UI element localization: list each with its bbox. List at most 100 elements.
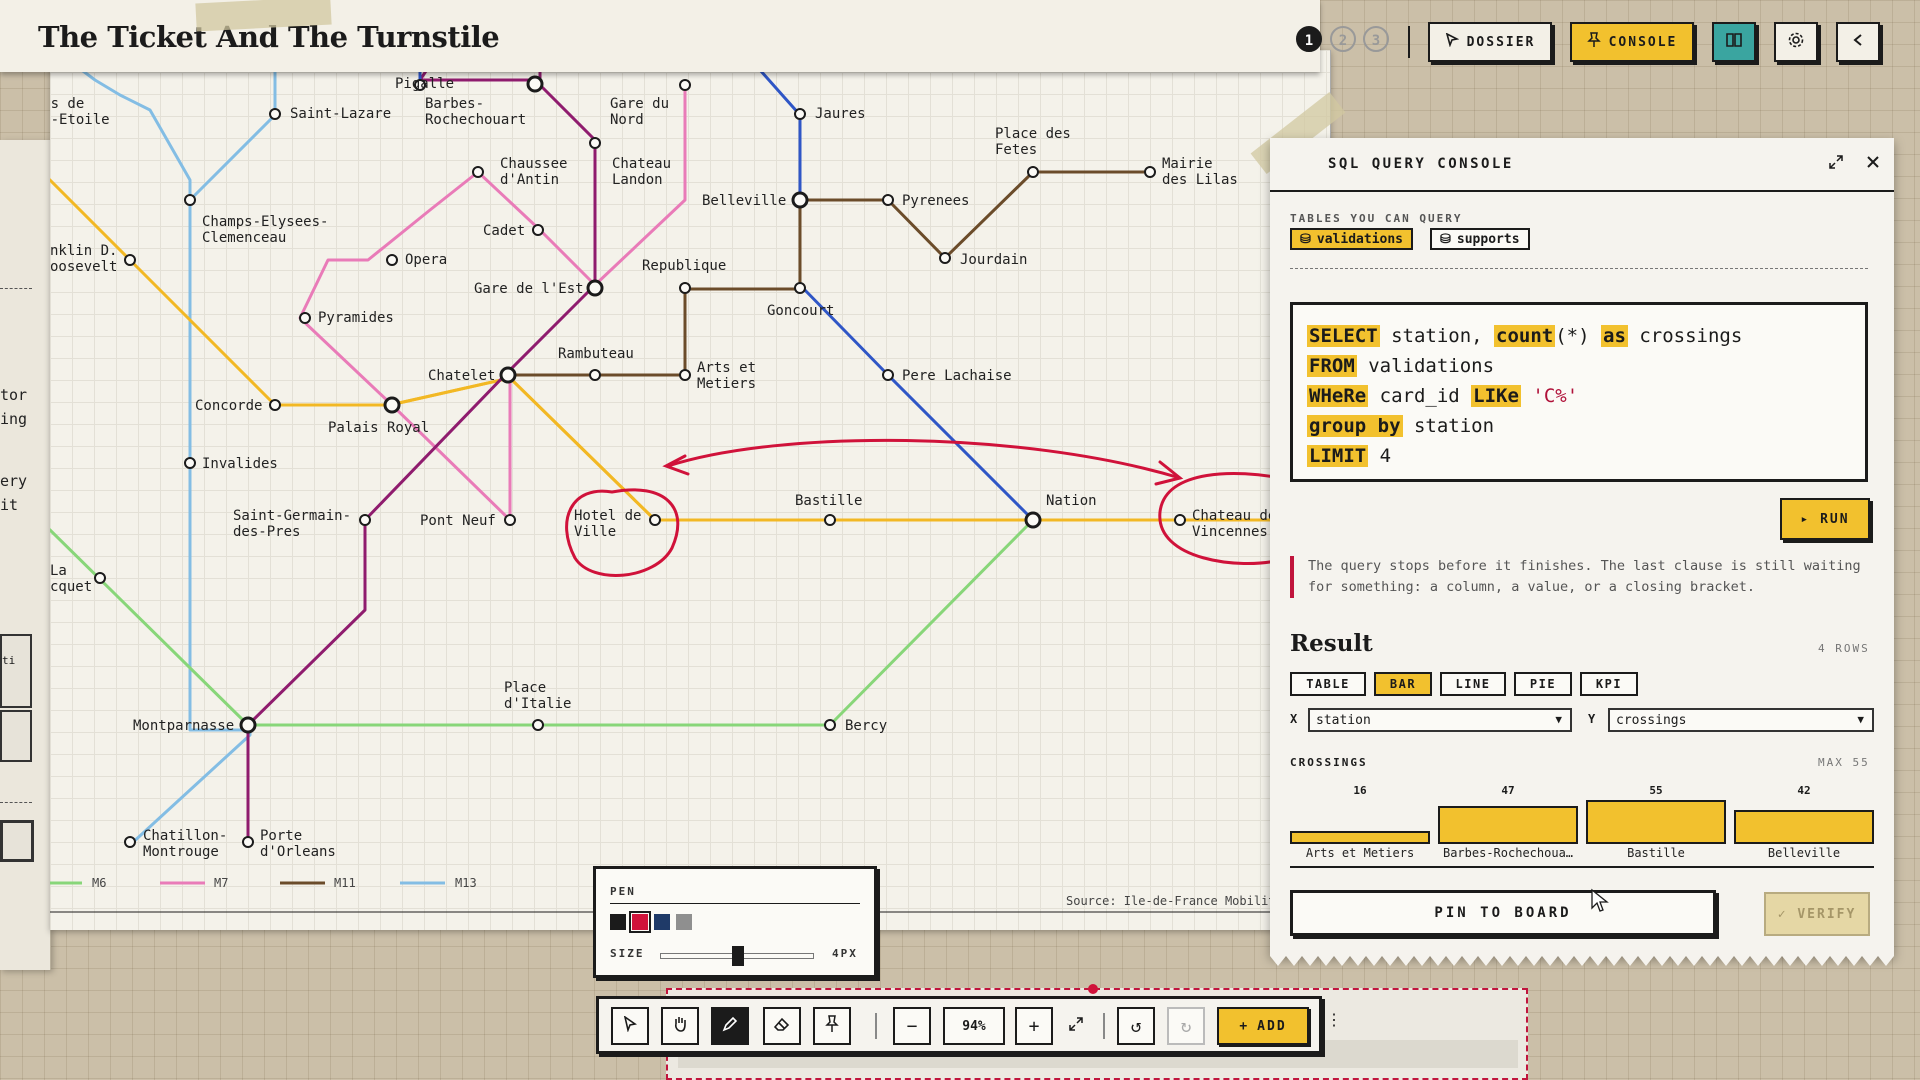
add-button[interactable]: + ADD [1217, 1007, 1309, 1045]
view-tab-kpi[interactable]: KPI [1580, 672, 1638, 696]
station-dot-vincennes[interactable] [1174, 514, 1186, 526]
sql-text: 4 [1368, 445, 1392, 467]
left-card[interactable]: ti [0, 634, 32, 708]
color-swatch[interactable] [629, 911, 651, 933]
sql-editor[interactable]: SELECT station, count (*) as crossings FR… [1290, 302, 1868, 482]
pen-tool[interactable] [711, 1007, 749, 1045]
step-indicator-3[interactable]: 3 [1363, 26, 1389, 52]
sql-line-4: group by station [1307, 411, 1851, 441]
close-icon[interactable] [1866, 154, 1880, 173]
chart-bar[interactable] [1438, 806, 1578, 844]
station-dot-placeitalie[interactable] [532, 719, 544, 731]
view-tab-line[interactable]: LINE [1440, 672, 1506, 696]
station-dot-nation[interactable] [1024, 511, 1042, 529]
y-axis-select[interactable]: crossings ▼ [1608, 708, 1874, 732]
station-dot-garedelest[interactable] [586, 279, 604, 297]
station-dot-cadet[interactable] [532, 224, 544, 236]
view-tab-table[interactable]: TABLE [1290, 672, 1366, 696]
station-dot-chaussee[interactable] [472, 166, 484, 178]
fit-button[interactable] [1057, 1007, 1095, 1045]
size-slider[interactable] [660, 946, 814, 966]
view-tab-pie[interactable]: PIE [1514, 672, 1572, 696]
station-dot-opera[interactable] [386, 254, 398, 266]
chart-bar[interactable] [1586, 800, 1726, 844]
chart-bar[interactable] [1734, 810, 1874, 844]
station-dot-pontneuf[interactable] [504, 514, 516, 526]
sql-keyword: LIKe [1471, 385, 1521, 407]
notebook-button[interactable] [1712, 22, 1756, 62]
station-dot-rambuteau[interactable] [589, 369, 601, 381]
station-dot-portedorleans[interactable] [242, 836, 254, 848]
table-chip-supports[interactable]: ⛁ supports [1430, 228, 1530, 250]
station-dot-chateaulandon[interactable] [589, 137, 601, 149]
station-dot-goncourt[interactable] [794, 282, 806, 294]
station-dot-chatelet[interactable] [499, 366, 517, 384]
station-dot-placefetes[interactable] [1027, 166, 1039, 178]
station-dot-garedunord[interactable] [679, 79, 691, 91]
select-tool[interactable] [611, 1007, 649, 1045]
station-dot-champs[interactable] [184, 194, 196, 206]
run-button[interactable]: ▸ RUN [1780, 498, 1870, 540]
station-dot-bercy[interactable] [824, 719, 836, 731]
step-indicator-1[interactable]: 1 [1296, 26, 1322, 52]
station-dot-pyramides[interactable] [299, 312, 311, 324]
table-chip-validations[interactable]: ⛁ validations [1290, 228, 1413, 250]
left-card[interactable] [0, 710, 32, 762]
dossier-button[interactable]: DOSSIER [1428, 22, 1552, 62]
metro-map-board[interactable]: Pigalle Barbes-Rochechouart Gare du Nord Jau… [50, 50, 1331, 930]
zoom-in-button[interactable]: + [1015, 1007, 1053, 1045]
station-dot-belleville[interactable] [791, 191, 809, 209]
left-document-stack[interactable]: tor ing ery it ti [0, 140, 51, 970]
station-dot-artsmetiers[interactable] [679, 369, 691, 381]
pin-to-board-button[interactable]: PIN TO BOARD [1290, 890, 1716, 936]
sql-line-2: FROM validations [1307, 351, 1851, 381]
x-axis-select[interactable]: station ▼ [1308, 708, 1572, 732]
arrow-head-left [662, 454, 690, 476]
settings-button[interactable] [1774, 22, 1818, 62]
station-dot-barbes[interactable] [526, 75, 544, 93]
station-dot-jourdain[interactable] [939, 252, 951, 264]
view-tab-bar[interactable]: BAR [1374, 672, 1432, 696]
station-dot-franklin[interactable] [124, 254, 136, 266]
eraser-tool[interactable] [763, 1007, 801, 1045]
table-chip-label: supports [1456, 231, 1520, 247]
chart-bar[interactable] [1290, 831, 1430, 844]
color-swatch[interactable] [654, 914, 670, 930]
zoom-out-button[interactable]: − [893, 1007, 931, 1045]
pan-tool[interactable] [661, 1007, 699, 1045]
station-dot-palaisroyal[interactable] [383, 396, 401, 414]
zoom-level[interactable]: 94% [943, 1007, 1005, 1045]
console-button[interactable]: CONSOLE [1570, 22, 1694, 62]
station-dot-stlazare[interactable] [269, 108, 281, 120]
station-dot-montparnasse[interactable] [239, 716, 257, 734]
pin-tool[interactable] [813, 1007, 851, 1045]
station-dot-laplace[interactable] [94, 572, 106, 584]
color-swatch[interactable] [676, 914, 692, 930]
station-dot-stgermain[interactable] [359, 514, 371, 526]
station-dot-concorde[interactable] [269, 399, 281, 411]
station-dot-jaures[interactable] [794, 108, 806, 120]
station-dot-pyrenees[interactable] [882, 194, 894, 206]
step-indicator-2[interactable]: 2 [1330, 26, 1356, 52]
station-label-barbes: Barbes-Rochechouart [425, 96, 526, 128]
station-dot-chatillon[interactable] [124, 836, 136, 848]
color-swatch[interactable] [610, 914, 626, 930]
station-dot-mairie[interactable] [1144, 166, 1156, 178]
metro-map[interactable]: Pigalle Barbes-Rochechouart Gare du Nord Jau… [50, 50, 1330, 930]
toolbar-divider [1408, 26, 1410, 58]
size-slider-thumb[interactable] [731, 946, 744, 966]
pen-title: PEN [610, 885, 636, 898]
undo-button[interactable]: ↺ [1117, 1007, 1155, 1045]
station-dot-republique[interactable] [679, 282, 691, 294]
station-dot-hotelville[interactable] [649, 514, 661, 526]
more-vertical-icon[interactable]: ⋮ [1326, 1010, 1342, 1029]
station-dot-bastille[interactable] [824, 514, 836, 526]
expand-icon[interactable] [1828, 154, 1844, 174]
station-label-nation: Nation [1046, 493, 1097, 509]
redo-button[interactable]: ↻ [1167, 1007, 1205, 1045]
left-card[interactable] [0, 820, 34, 862]
collapse-button[interactable] [1836, 22, 1880, 62]
verify-button[interactable]: ✓ VERIFY [1764, 892, 1870, 936]
station-dot-invalides[interactable] [184, 457, 196, 469]
station-dot-perelachaise[interactable] [882, 369, 894, 381]
